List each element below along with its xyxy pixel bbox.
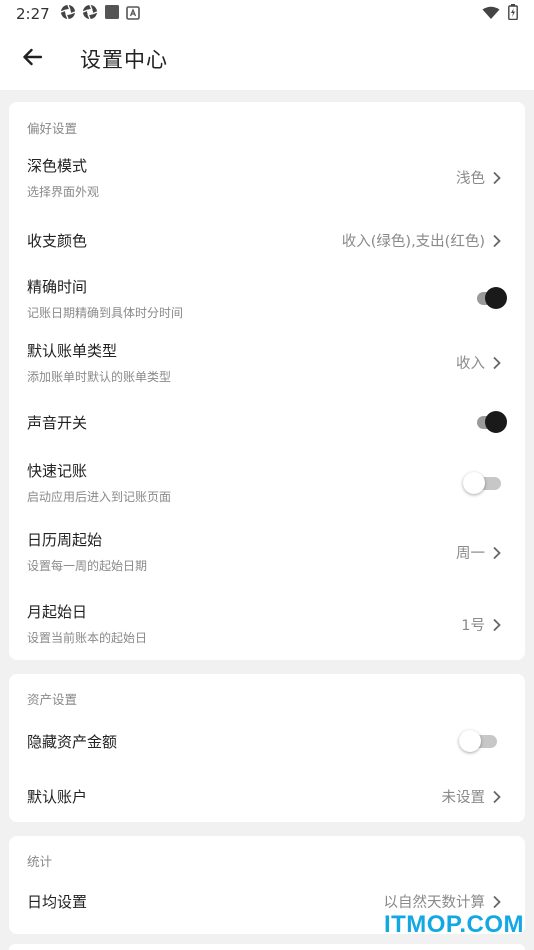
row-label: 月起始日 <box>27 603 88 621</box>
assets-card: 资产设置 隐藏资产金额 默认账户 未设置 <box>9 674 525 822</box>
preferences-card: 偏好设置 深色模式 选择界面外观 浅色 收支颜色 收入(绿色),支出(红色) 精… <box>9 102 525 660</box>
row-value: 以自然天数计算 <box>383 895 486 911</box>
sound-toggle[interactable] <box>469 409 509 435</box>
font-icon <box>125 5 140 24</box>
precise-time-toggle[interactable] <box>469 285 509 311</box>
default-account-row[interactable]: 默认账户 未设置 <box>9 774 525 820</box>
row-subtitle: 记账日期精确到具体时分时间 <box>27 306 184 320</box>
row-value-group: 收入(绿色),支出(红色) <box>342 230 503 251</box>
row-label: 默认账单类型 <box>27 342 118 360</box>
row-value-group: 以自然天数计算 <box>384 891 504 912</box>
row-subtitle: 选择界面外观 <box>27 185 100 199</box>
hide-asset-amount-toggle[interactable] <box>459 728 499 754</box>
chevron-right-icon <box>493 356 501 369</box>
row-value-group: 1号 <box>461 614 503 635</box>
row-label: 默认账户 <box>27 788 88 806</box>
row-label: 收支颜色 <box>27 232 88 250</box>
row-label: 日均设置 <box>27 893 88 911</box>
quick-entry-row: 快速记账 启动应用后进入到记账页面 <box>9 458 525 518</box>
hide-asset-amount-row: 隐藏资产金额 <box>9 718 525 766</box>
row-subtitle: 设置每一周的起始日期 <box>27 559 148 573</box>
chevron-right-icon <box>493 546 501 559</box>
week-start-row[interactable]: 日历周起始 设置每一周的起始日期 周一 <box>9 526 525 586</box>
aperture-icon <box>82 4 98 24</box>
section-title: 资产设置 <box>27 692 78 707</box>
precise-time-row: 精确时间 记账日期精确到具体时分时间 <box>9 272 525 332</box>
row-value: 收入 <box>456 356 485 372</box>
quick-entry-toggle[interactable] <box>463 470 503 496</box>
chevron-right-icon <box>493 234 501 247</box>
status-bar: 2:27 <box>0 0 534 28</box>
row-label: 声音开关 <box>27 414 88 432</box>
row-label: 日历周起始 <box>27 531 103 549</box>
sound-row: 声音开关 <box>9 402 525 446</box>
section-title: 偏好设置 <box>27 121 78 136</box>
aperture-icon <box>60 4 76 24</box>
chevron-right-icon <box>493 895 501 908</box>
next-card-partial <box>9 944 525 950</box>
row-value: 1号 <box>461 618 485 634</box>
default-bill-type-row[interactable]: 默认账单类型 添加账单时默认的账单类型 收入 <box>9 336 525 396</box>
row-label: 快速记账 <box>27 462 88 480</box>
chevron-right-icon <box>493 790 501 803</box>
watermark: ITMOP.COM <box>383 911 524 938</box>
toggle-thumb <box>485 411 507 433</box>
toggle-thumb <box>463 472 485 494</box>
row-subtitle: 设置当前账本的起始日 <box>27 631 148 645</box>
page-title: 设置中心 <box>80 48 168 72</box>
row-subtitle: 添加账单时默认的账单类型 <box>27 370 172 384</box>
row-value: 收入(绿色),支出(红色) <box>341 234 485 250</box>
dark-mode-row[interactable]: 深色模式 选择界面外观 浅色 <box>9 142 525 204</box>
row-value: 未设置 <box>441 790 486 806</box>
arrow-left-icon <box>22 48 43 70</box>
toggle-thumb <box>485 287 507 309</box>
chevron-right-icon <box>493 618 501 631</box>
row-label: 精确时间 <box>27 278 88 296</box>
row-label: 隐藏资产金额 <box>27 733 118 751</box>
row-value: 周一 <box>456 546 485 562</box>
row-value-group: 周一 <box>456 542 503 563</box>
section-title: 统计 <box>27 854 53 869</box>
battery-charging-icon <box>508 4 518 24</box>
wifi-icon <box>482 5 500 24</box>
row-value-group: 收入 <box>456 352 503 373</box>
row-value: 浅色 <box>456 171 485 187</box>
app-bar: 设置中心 <box>0 28 534 90</box>
chevron-right-icon <box>493 171 501 184</box>
row-value-group: 未设置 <box>442 786 504 807</box>
toggle-thumb <box>459 730 481 752</box>
row-label: 深色模式 <box>27 157 88 175</box>
month-start-row[interactable]: 月起始日 设置当前账本的起始日 1号 <box>9 596 525 656</box>
row-value-group: 浅色 <box>456 167 503 188</box>
square-icon <box>104 4 120 24</box>
income-expense-color-row[interactable]: 收支颜色 收入(绿色),支出(红色) <box>9 212 525 268</box>
row-subtitle: 启动应用后进入到记账页面 <box>27 490 172 504</box>
back-button[interactable] <box>2 28 62 90</box>
status-time: 2:27 <box>16 5 50 23</box>
